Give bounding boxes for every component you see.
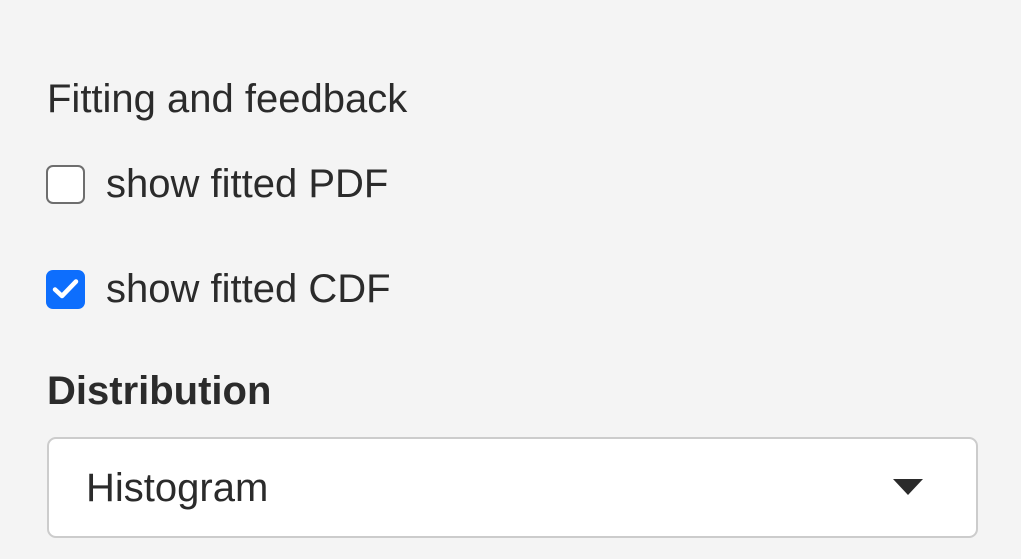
show-fitted-pdf-option[interactable]: show fitted PDF	[46, 161, 388, 207]
check-icon	[52, 279, 79, 299]
distribution-select[interactable]: Histogram	[47, 437, 978, 538]
show-fitted-cdf-label[interactable]: show fitted CDF	[106, 266, 391, 312]
fitting-panel: Fitting and feedback show fitted PDF sho…	[0, 0, 1021, 559]
show-fitted-cdf-checkbox[interactable]	[46, 269, 85, 309]
caret-down-icon	[893, 479, 923, 495]
distribution-label: Distribution	[47, 369, 272, 413]
show-fitted-pdf-label[interactable]: show fitted PDF	[106, 161, 388, 207]
show-fitted-pdf-checkbox[interactable]	[46, 164, 85, 204]
show-fitted-cdf-option[interactable]: show fitted CDF	[46, 266, 391, 312]
distribution-selected-value: Histogram	[86, 466, 269, 510]
fitting-heading: Fitting and feedback	[47, 77, 408, 121]
